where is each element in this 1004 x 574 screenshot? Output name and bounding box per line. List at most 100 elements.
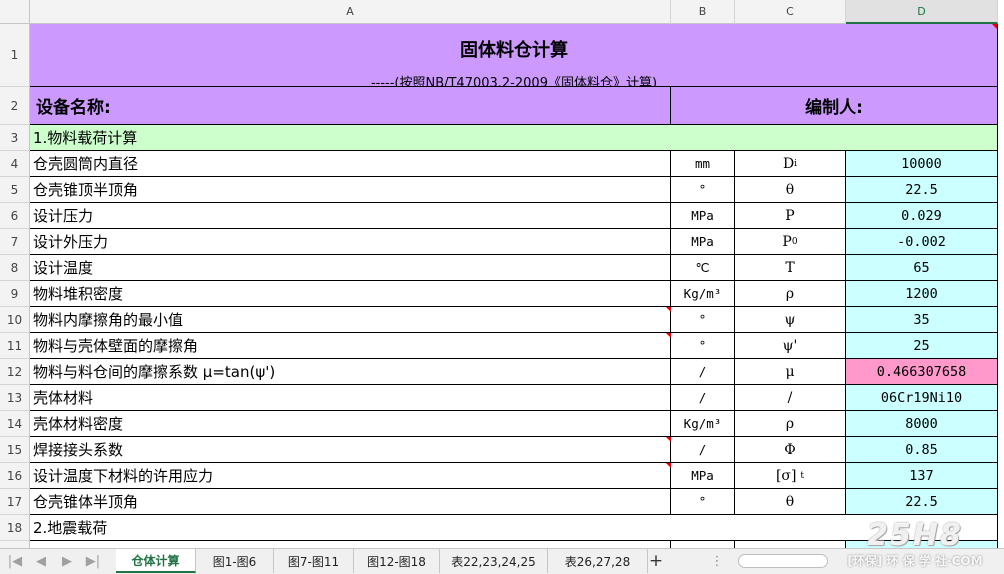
symbol-cell[interactable]: μ [735,359,846,385]
row-header-1[interactable]: 1 [0,24,30,87]
horizontal-scrollbar[interactable] [738,554,828,568]
symbol-cell[interactable]: / [735,385,846,411]
input-value-cell[interactable]: 137 [846,463,998,489]
symbol-cell[interactable]: ρ [735,281,846,307]
last-sheet-icon[interactable]: ▶| [84,552,102,570]
input-value-cell[interactable]: 22.5 [846,489,998,515]
section-heading-load[interactable]: 1.物料载荷计算 [30,125,998,151]
symbol-cell[interactable]: T [735,255,846,281]
row-header-18[interactable]: 18 [0,515,30,541]
row-header[interactable]: 6 [0,203,30,229]
parameter-name-cell[interactable]: 仓壳锥体半顶角 [30,489,671,515]
row-header-2[interactable]: 2 [0,87,30,125]
input-value-cell[interactable]: 35 [846,307,998,333]
unit-cell[interactable]: ° [671,307,735,333]
column-header-b[interactable]: B [671,0,735,24]
cell-a19[interactable] [30,541,671,548]
column-header-c[interactable]: C [735,0,846,24]
unit-cell[interactable]: MPa [671,203,735,229]
title-cell[interactable]: 固体料仓计算 -----(按照NB/T47003.2-2009《固体料仓》计算) [30,24,998,87]
cell-d19[interactable] [846,541,998,548]
row-header[interactable]: 9 [0,281,30,307]
parameter-name-cell[interactable]: 焊接接头系数 [30,437,671,463]
unit-cell[interactable]: / [671,359,735,385]
sheet-tab[interactable]: 表22,23,24,25 [440,549,548,573]
row-header[interactable]: 16 [0,463,30,489]
add-sheet-button[interactable]: + [646,551,666,571]
input-value-cell[interactable]: 10000 [846,151,998,177]
unit-cell[interactable]: MPa [671,229,735,255]
column-header-a[interactable]: A [30,0,671,24]
symbol-cell[interactable]: Φ [735,437,846,463]
parameter-name-cell[interactable]: 设计外压力 [30,229,671,255]
parameter-name-cell[interactable]: 设计温度下材料的许用应力 [30,463,671,489]
input-value-cell[interactable]: 22.5 [846,177,998,203]
author-cell[interactable]: 编制人: [671,87,998,125]
unit-cell[interactable]: Kg/m³ [671,281,735,307]
row-header[interactable]: 11 [0,333,30,359]
parameter-name-cell[interactable]: 物料与料仓间的摩擦系数 μ=tan(ψ') [30,359,671,385]
input-value-cell[interactable]: 0.029 [846,203,998,229]
sheet-tab[interactable]: 仓体计算 [116,549,196,573]
sheet-tab[interactable]: 图1-图6 [196,549,274,573]
parameter-name-cell[interactable]: 物料堆积密度 [30,281,671,307]
parameter-name-cell[interactable]: 仓壳锥顶半顶角 [30,177,671,203]
row-header[interactable]: 12 [0,359,30,385]
unit-cell[interactable]: ° [671,333,735,359]
sheet-tab[interactable]: 图7-图11 [274,549,354,573]
spreadsheet-grid[interactable]: A B C D 1 2 3 18 固体料仓计算 -----(按照NB/T4700… [0,0,1004,548]
row-header-19[interactable] [0,541,30,548]
symbol-cell[interactable]: Di [735,151,846,177]
cell-b19[interactable] [671,541,735,548]
unit-cell[interactable]: / [671,437,735,463]
symbol-cell[interactable]: [σ] t [735,463,846,489]
parameter-name-cell[interactable]: 物料与壳体壁面的摩擦角 [30,333,671,359]
unit-cell[interactable]: ° [671,489,735,515]
parameter-name-cell[interactable]: 设计温度 [30,255,671,281]
unit-cell[interactable]: ℃ [671,255,735,281]
symbol-cell[interactable]: ρ [735,411,846,437]
input-value-cell[interactable]: 0.85 [846,437,998,463]
row-header[interactable]: 8 [0,255,30,281]
parameter-name-cell[interactable]: 物料内摩擦角的最小值 [30,307,671,333]
parameter-name-cell[interactable]: 仓壳圆筒内直径 [30,151,671,177]
row-header[interactable]: 15 [0,437,30,463]
row-header[interactable]: 5 [0,177,30,203]
input-value-cell[interactable]: 25 [846,333,998,359]
symbol-cell[interactable]: ψ [735,307,846,333]
equipment-name-cell[interactable]: 设备名称: [30,87,671,125]
cell-c19[interactable] [735,541,846,548]
row-header-3[interactable]: 3 [0,125,30,151]
symbol-cell[interactable]: P0 [735,229,846,255]
unit-cell[interactable]: Kg/m³ [671,411,735,437]
sheet-tab[interactable]: 图12-图18 [354,549,440,573]
prev-sheet-icon[interactable]: ◀ [32,552,50,570]
row-header[interactable]: 10 [0,307,30,333]
parameter-name-cell[interactable]: 壳体材料密度 [30,411,671,437]
symbol-cell[interactable]: P [735,203,846,229]
sheet-tab[interactable]: 表26,27,28 [548,549,648,573]
input-value-cell[interactable]: -0.002 [846,229,998,255]
next-sheet-icon[interactable]: ▶ [58,552,76,570]
parameter-name-cell[interactable]: 壳体材料 [30,385,671,411]
computed-value-cell[interactable]: 0.466307658 [846,359,998,385]
row-header[interactable]: 7 [0,229,30,255]
unit-cell[interactable]: ° [671,177,735,203]
input-value-cell[interactable]: 8000 [846,411,998,437]
unit-cell[interactable]: mm [671,151,735,177]
input-value-cell[interactable]: 65 [846,255,998,281]
row-header[interactable]: 17 [0,489,30,515]
row-header[interactable]: 14 [0,411,30,437]
symbol-cell[interactable]: ψ' [735,333,846,359]
tab-splitter-icon[interactable]: ⋮ [711,552,724,570]
unit-cell[interactable]: / [671,385,735,411]
row-header[interactable]: 13 [0,385,30,411]
row-header[interactable]: 4 [0,151,30,177]
section-heading-seismic[interactable]: 2.地震载荷 [30,515,998,541]
symbol-cell[interactable]: θ [735,177,846,203]
parameter-name-cell[interactable]: 设计压力 [30,203,671,229]
input-value-cell[interactable]: 06Cr19Ni10 [846,385,998,411]
unit-cell[interactable]: MPa [671,463,735,489]
select-all-corner[interactable] [0,0,30,24]
symbol-cell[interactable]: θ [735,489,846,515]
